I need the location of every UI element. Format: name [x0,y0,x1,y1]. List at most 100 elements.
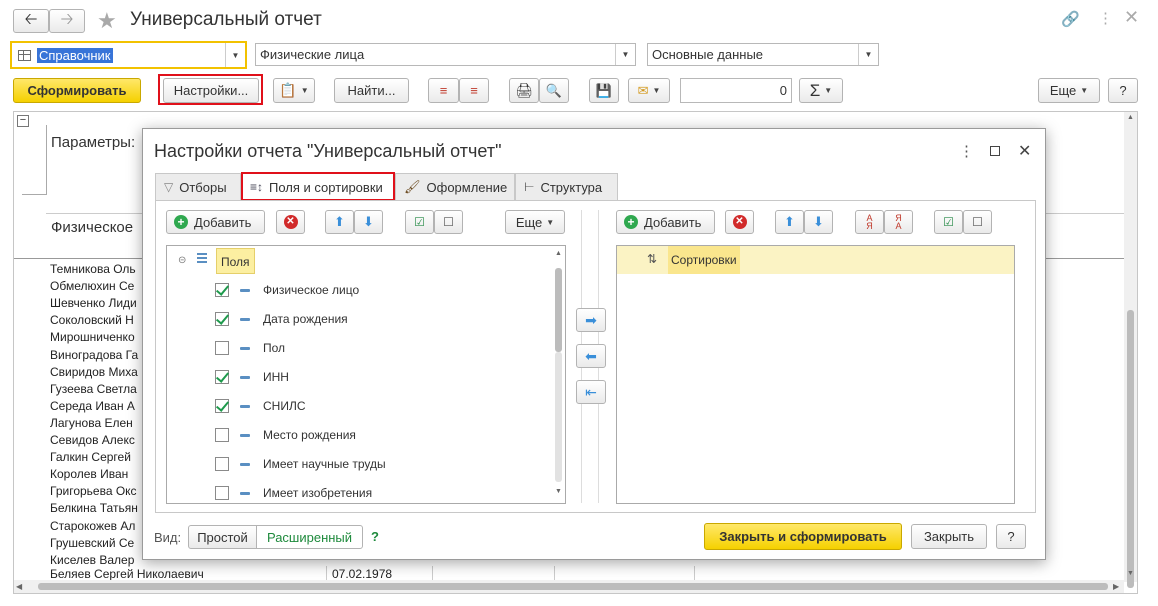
left-more-button[interactable]: Еще ▼ [505,210,565,234]
tab-appearance[interactable]: 🖌 Оформление [395,173,515,200]
view-hint[interactable]: ? [371,529,379,544]
report-row[interactable]: Середа Иван А [50,398,142,415]
report-hscroll-thumb[interactable] [38,583,1108,590]
scroll-right-icon[interactable]: ▶ [1113,582,1119,591]
report-kind-select[interactable]: Справочник ▼ [10,41,247,69]
print-button[interactable]: 🖨 [509,78,539,103]
sort-ascending-button[interactable]: AЯ [855,210,884,234]
chevron-down-icon[interactable]: ▼ [858,44,878,65]
right-check-all-button[interactable]: ☑ [934,210,963,234]
tab-filters[interactable]: ▽ Отборы [155,173,241,200]
left-move-up-button[interactable]: ⬆ [325,210,354,234]
report-row[interactable]: Белкина Татьян [50,500,142,517]
sort-descending-button[interactable]: ЯA [884,210,913,234]
field-checkbox[interactable] [215,486,229,500]
chevron-down-icon[interactable]: ▼ [225,43,245,67]
close-icon[interactable]: ✕ [1124,7,1139,28]
report-row[interactable]: Гузеева Светла [50,381,142,398]
object-select[interactable]: Физические лица ▼ [255,43,636,66]
left-move-down-button[interactable]: ⬇ [354,210,383,234]
left-add-button[interactable]: + Добавить [166,210,265,234]
forward-button[interactable]: 🡢 [49,9,85,33]
dialog-close-button[interactable]: Закрыть [911,524,987,549]
field-label[interactable]: Имеет научные труды [263,457,386,471]
chevron-down-icon[interactable]: ▼ [615,44,635,65]
left-delete-button[interactable]: ✕ [276,210,305,234]
scroll-up-icon[interactable]: ▲ [1127,114,1134,121]
left-check-all-button[interactable]: ☑ [405,210,434,234]
copy-menu-button[interactable]: 📋 ▼ [273,78,315,103]
tree-collapse-icon[interactable]: ⊝ [178,255,186,266]
back-button[interactable]: 🡠 [13,9,49,33]
field-checkbox[interactable] [215,399,229,413]
remove-from-sort-button[interactable]: ⬅ [576,344,606,368]
remove-all-from-sort-button[interactable]: ⇤ [576,380,606,404]
field-checkbox[interactable] [215,341,229,355]
scroll-down-icon[interactable]: ▼ [555,488,562,495]
report-row[interactable]: Шевченко Лиди [50,295,142,312]
sort-tree[interactable]: ⇅ Сортировки [616,245,1015,504]
variant-select[interactable]: Основные данные ▼ [647,43,879,66]
fields-tree[interactable]: ⊝ Поля Физическое лицо Дата рождения Пол ИН… [166,245,566,504]
maximize-icon[interactable] [990,146,1000,156]
report-row[interactable]: Галкин Сергей [50,449,142,466]
report-row[interactable]: Обмелюхин Се [50,278,142,295]
view-simple-button[interactable]: Простой [188,525,257,549]
field-label[interactable]: Дата рождения [263,312,348,326]
add-to-sort-button[interactable]: ➡ [576,308,606,332]
sort-root[interactable]: Сортировки [668,246,740,274]
close-and-generate-button[interactable]: Закрыть и сформировать [704,523,902,550]
send-mail-button[interactable]: ✉ ▼ [628,78,670,103]
report-row[interactable]: Королев Иван [50,466,142,483]
right-add-button[interactable]: + Добавить [616,210,715,234]
collapse-groups-button[interactable]: ≡ [459,78,489,103]
field-checkbox[interactable] [215,370,229,384]
report-row[interactable]: Виноградова Га [50,347,142,364]
field-label[interactable]: Имеет изобретения [263,486,372,500]
sum-field[interactable]: 0 [680,78,792,103]
favorite-star-icon[interactable]: ★ [97,8,117,34]
field-label[interactable]: Физическое лицо [263,283,359,297]
report-row[interactable]: Мирошниченко [50,329,142,346]
report-row[interactable]: Григорьева Окс [50,483,142,500]
field-checkbox[interactable] [215,312,229,326]
generate-button[interactable]: Сформировать [13,78,141,103]
right-delete-button[interactable]: ✕ [725,210,754,234]
help-button[interactable]: ? [1108,78,1138,103]
preview-button[interactable]: 🔍 [539,78,569,103]
field-checkbox[interactable] [215,428,229,442]
report-row[interactable]: Старокожев Ал [50,518,142,535]
report-vscroll-thumb[interactable] [1127,310,1134,588]
find-button[interactable]: Найти... [334,78,409,103]
tab-structure[interactable]: ⊢ Структура [515,173,618,200]
close-icon[interactable]: ✕ [1018,141,1031,161]
report-row[interactable]: Темникова Оль [50,261,142,278]
view-extended-button[interactable]: Расширенный [256,525,363,549]
field-checkbox[interactable] [215,457,229,471]
right-move-down-button[interactable]: ⬇ [804,210,833,234]
dialog-help-button[interactable]: ? [996,524,1026,549]
fields-root[interactable]: Поля [216,248,255,274]
left-uncheck-all-button[interactable]: ☐ [434,210,463,234]
expand-groups-button[interactable]: ≡ [428,78,459,103]
more-vert-icon[interactable]: ⋮ [1098,9,1113,27]
field-checkbox[interactable] [215,283,229,297]
scroll-up-icon[interactable]: ▲ [555,250,562,257]
more-vert-icon[interactable]: ⋮ [959,142,974,160]
report-vscroll[interactable]: ▲ ▼ [1124,112,1137,588]
fields-vscroll-thumb[interactable] [555,268,562,352]
field-label[interactable]: СНИЛС [263,399,306,413]
collapse-icon[interactable]: − [17,115,29,127]
right-uncheck-all-button[interactable]: ☐ [963,210,992,234]
more-button[interactable]: Еще ▼ [1038,78,1100,103]
field-label[interactable]: Место рождения [263,428,356,442]
sum-menu-button[interactable]: Σ ▼ [799,78,843,103]
report-hscroll[interactable]: ◀ ▶ [14,580,1124,593]
fields-vscroll[interactable]: ▲ ▼ [553,246,565,503]
save-button[interactable]: 💾 [589,78,619,103]
report-row[interactable]: Соколовский Н [50,312,142,329]
report-row[interactable]: Лагунова Елен [50,415,142,432]
scroll-left-icon[interactable]: ◀ [16,582,22,591]
link-icon[interactable]: 🔗 [1061,10,1080,28]
field-label[interactable]: Пол [263,341,285,355]
